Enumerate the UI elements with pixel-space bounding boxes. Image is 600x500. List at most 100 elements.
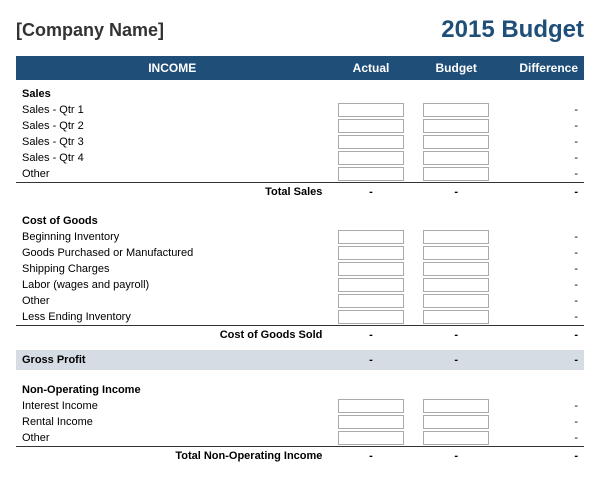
gross-profit-diff: - bbox=[499, 350, 584, 370]
difference-header: Difference bbox=[499, 56, 584, 80]
sales-qtr2-label: Sales - Qtr 2 bbox=[16, 118, 328, 134]
total-non-op-row: Total Non-Operating Income - - - bbox=[16, 447, 584, 466]
rental-income-budget-input[interactable] bbox=[423, 415, 489, 429]
cogs-beginning-label: Beginning Inventory bbox=[16, 229, 328, 245]
table-row: Sales - Qtr 3 - bbox=[16, 134, 584, 150]
cogs-labor-diff: - bbox=[499, 277, 584, 293]
table-row: Goods Purchased or Manufactured - bbox=[16, 245, 584, 261]
total-non-op-diff: - bbox=[499, 447, 584, 466]
page-header: [Company Name] 2015 Budget bbox=[16, 16, 584, 44]
sales-qtr4-actual-input[interactable] bbox=[338, 151, 404, 165]
budget-header: Budget bbox=[414, 56, 499, 80]
sales-other-budget-input[interactable] bbox=[423, 167, 489, 181]
gross-profit-actual: - bbox=[328, 350, 413, 370]
cogs-goods-diff: - bbox=[499, 245, 584, 261]
table-row: Less Ending Inventory - bbox=[16, 309, 584, 326]
company-name: [Company Name] bbox=[16, 20, 164, 41]
rental-income-diff: - bbox=[499, 414, 584, 430]
cogs-goods-budget-input[interactable] bbox=[423, 246, 489, 260]
total-non-op-budget: - bbox=[414, 447, 499, 466]
gross-profit-label: Gross Profit bbox=[16, 350, 328, 370]
cogs-shipping-budget-input[interactable] bbox=[423, 262, 489, 276]
sales-qtr2-budget-input[interactable] bbox=[423, 119, 489, 133]
total-sales-budget: - bbox=[414, 183, 499, 202]
actual-header: Actual bbox=[328, 56, 413, 80]
total-cogs-label: Cost of Goods Sold bbox=[16, 326, 328, 345]
sales-qtr3-actual-input[interactable] bbox=[338, 135, 404, 149]
cogs-goods-label: Goods Purchased or Manufactured bbox=[16, 245, 328, 261]
income-header: INCOME bbox=[16, 56, 328, 80]
total-cogs-diff: - bbox=[499, 326, 584, 345]
sales-qtr2-diff: - bbox=[499, 118, 584, 134]
table-row: Other - bbox=[16, 166, 584, 183]
total-cogs-actual: - bbox=[328, 326, 413, 345]
sales-other-diff: - bbox=[499, 166, 584, 183]
budget-title: 2015 Budget bbox=[441, 16, 584, 44]
non-op-other-budget-input[interactable] bbox=[423, 431, 489, 445]
cogs-labor-budget-input[interactable] bbox=[423, 278, 489, 292]
table-row: Rental Income - bbox=[16, 414, 584, 430]
sales-title: Sales bbox=[16, 80, 584, 102]
rental-income-actual-input[interactable] bbox=[338, 415, 404, 429]
interest-income-budget-input[interactable] bbox=[423, 399, 489, 413]
table-row: Sales - Qtr 4 - bbox=[16, 150, 584, 166]
table-row: Labor (wages and payroll) - bbox=[16, 277, 584, 293]
cogs-ending-label: Less Ending Inventory bbox=[16, 309, 328, 326]
interest-income-diff: - bbox=[499, 398, 584, 414]
non-op-other-diff: - bbox=[499, 430, 584, 447]
cogs-ending-diff: - bbox=[499, 309, 584, 326]
total-cogs-row: Cost of Goods Sold - - - bbox=[16, 326, 584, 345]
sales-qtr1-label: Sales - Qtr 1 bbox=[16, 102, 328, 118]
table-row: Other - bbox=[16, 293, 584, 309]
cogs-section-title: Cost of Goods bbox=[16, 207, 584, 229]
interest-income-label: Interest Income bbox=[16, 398, 328, 414]
cogs-other-budget-input[interactable] bbox=[423, 294, 489, 308]
total-sales-actual: - bbox=[328, 183, 413, 202]
cogs-beginning-actual-input[interactable] bbox=[338, 230, 404, 244]
sales-qtr3-diff: - bbox=[499, 134, 584, 150]
cogs-goods-actual-input[interactable] bbox=[338, 246, 404, 260]
gross-profit-budget: - bbox=[414, 350, 499, 370]
cogs-ending-budget-input[interactable] bbox=[423, 310, 489, 324]
table-row: Interest Income - bbox=[16, 398, 584, 414]
sales-qtr1-diff: - bbox=[499, 102, 584, 118]
sales-qtr3-budget-input[interactable] bbox=[423, 135, 489, 149]
sales-section-title: Sales bbox=[16, 80, 584, 102]
sales-qtr1-budget-input[interactable] bbox=[423, 103, 489, 117]
sales-qtr4-label: Sales - Qtr 4 bbox=[16, 150, 328, 166]
cogs-beginning-diff: - bbox=[499, 229, 584, 245]
cogs-labor-actual-input[interactable] bbox=[338, 278, 404, 292]
non-op-other-actual-input[interactable] bbox=[338, 431, 404, 445]
sales-qtr3-label: Sales - Qtr 3 bbox=[16, 134, 328, 150]
table-row: Sales - Qtr 2 - bbox=[16, 118, 584, 134]
non-operating-title: Non-Operating Income bbox=[16, 376, 584, 398]
sales-other-label: Other bbox=[16, 166, 328, 183]
table-row: Beginning Inventory - bbox=[16, 229, 584, 245]
total-sales-diff: - bbox=[499, 183, 584, 202]
interest-income-actual-input[interactable] bbox=[338, 399, 404, 413]
cogs-shipping-label: Shipping Charges bbox=[16, 261, 328, 277]
rental-income-label: Rental Income bbox=[16, 414, 328, 430]
sales-qtr4-budget-input[interactable] bbox=[423, 151, 489, 165]
cogs-other-actual-input[interactable] bbox=[338, 294, 404, 308]
cogs-labor-label: Labor (wages and payroll) bbox=[16, 277, 328, 293]
budget-table: INCOME Actual Budget Difference Sales Sa… bbox=[16, 56, 584, 465]
cogs-other-label: Other bbox=[16, 293, 328, 309]
table-header-row: INCOME Actual Budget Difference bbox=[16, 56, 584, 80]
table-row: Other - bbox=[16, 430, 584, 447]
total-non-op-actual: - bbox=[328, 447, 413, 466]
non-op-other-label: Other bbox=[16, 430, 328, 447]
sales-qtr4-diff: - bbox=[499, 150, 584, 166]
sales-qtr1-actual-input[interactable] bbox=[338, 103, 404, 117]
cogs-beginning-budget-input[interactable] bbox=[423, 230, 489, 244]
cogs-shipping-diff: - bbox=[499, 261, 584, 277]
total-sales-label: Total Sales bbox=[16, 183, 328, 202]
cogs-other-diff: - bbox=[499, 293, 584, 309]
cogs-shipping-actual-input[interactable] bbox=[338, 262, 404, 276]
total-cogs-budget: - bbox=[414, 326, 499, 345]
sales-other-actual-input[interactable] bbox=[338, 167, 404, 181]
sales-qtr2-actual-input[interactable] bbox=[338, 119, 404, 133]
cogs-ending-actual-input[interactable] bbox=[338, 310, 404, 324]
total-non-op-label: Total Non-Operating Income bbox=[16, 447, 328, 466]
cogs-title: Cost of Goods bbox=[16, 207, 584, 229]
